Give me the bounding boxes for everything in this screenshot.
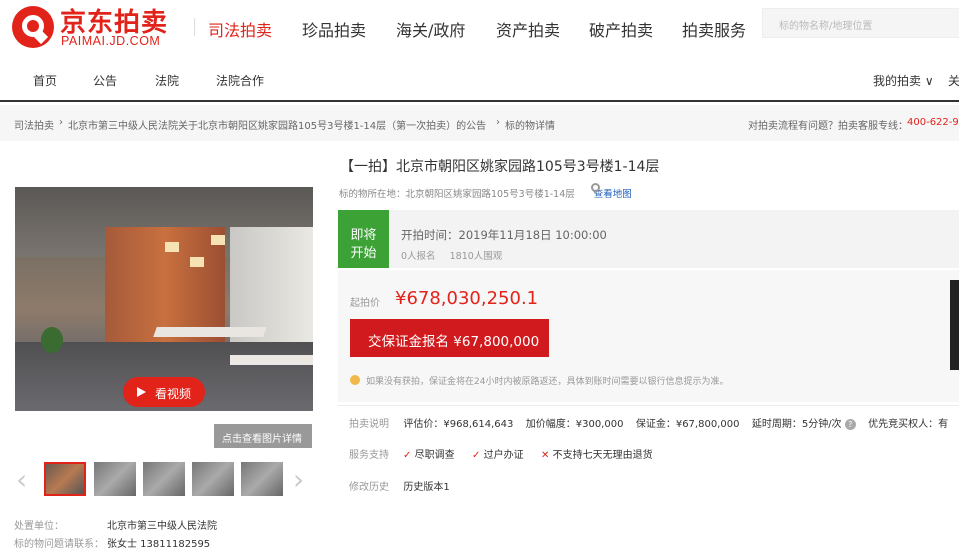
chevron-right-icon: ›	[59, 117, 63, 128]
gallery-thumbnail[interactable]	[94, 462, 136, 496]
breadcrumb-judicial[interactable]: 司法拍卖	[14, 117, 54, 132]
check-icon: ✓	[403, 450, 412, 461]
divider	[338, 405, 959, 406]
transfer-support: ✓ 过户办证	[472, 450, 524, 461]
starting-price: ¥678,030,250.1	[395, 288, 539, 309]
pay-deposit-register-button[interactable]: 交保证金报名 ¥67,800,000	[350, 319, 549, 357]
nav-auction-service[interactable]: 拍卖服务	[682, 17, 746, 41]
breadcrumb-notice[interactable]: 北京市第三中级人民法院关于北京市朝阳区姚家园路105号3号楼1-14层（第一次拍…	[68, 117, 486, 132]
subnav-more[interactable]: 关	[948, 72, 959, 89]
due-diligence-support: ✓ 尽职调查	[403, 450, 455, 461]
history-version-link[interactable]: 历史版本1	[403, 482, 449, 493]
revision-history-row: 修改历史 历史版本1	[349, 482, 450, 493]
starting-price-label: 起拍价	[350, 298, 380, 309]
auction-details-row: 拍卖说明 评估价：¥968,614,643 加价幅度：¥300,000 保证金：…	[349, 419, 949, 430]
qr-code-partial[interactable]	[950, 280, 959, 370]
chevron-right-icon[interactable]: ›	[293, 466, 311, 494]
nav-asset-auction[interactable]: 资产拍卖	[496, 17, 560, 41]
site-header: 京东拍卖 PAIMAI.JD.COM 司法拍卖 珍品拍卖 海关/政府 资产拍卖 …	[0, 0, 959, 55]
no-return-policy: ✕ 不支持七天无理由退货	[541, 450, 653, 461]
start-time: 开拍时间：2019年11月18日 10:00:00	[401, 228, 607, 242]
status-badge: 即将 开始	[338, 210, 389, 268]
nav-judicial-auction[interactable]: 司法拍卖	[208, 17, 272, 41]
item-address: 标的物所在地：北京朝阳区姚家园路105号3号楼1-14层 查看地图	[339, 189, 632, 200]
subnav-notices[interactable]: 公告	[93, 72, 117, 89]
help-icon[interactable]: ?	[844, 419, 856, 430]
logo-text-en: PAIMAI.JD.COM	[61, 34, 161, 48]
header-divider	[0, 100, 959, 102]
sub-nav: 首页 公告 法院 法院合作 我的拍卖 ∨ 关	[0, 62, 959, 98]
nav-bankruptcy-auction[interactable]: 破产拍卖	[589, 17, 653, 41]
gallery-thumbnail[interactable]	[44, 462, 86, 496]
search-input[interactable]: 标的物名称/地理位置	[762, 8, 959, 38]
play-icon	[137, 387, 146, 397]
help-text: 对拍卖流程有问题？拍卖客服专线：	[748, 121, 908, 132]
watch-video-label: 看视频	[155, 387, 192, 401]
gallery-thumbnail[interactable]	[192, 462, 234, 496]
nav-treasure-auction[interactable]: 珍品拍卖	[302, 17, 366, 41]
nav-divider	[194, 18, 195, 36]
lightbulb-icon	[350, 375, 360, 385]
subnav-courts[interactable]: 法院	[155, 72, 179, 89]
participation-stats: 0人报名 1810人围观	[401, 251, 503, 262]
watch-video-button[interactable]: 看视频	[123, 377, 205, 407]
subnav-court-cooperation[interactable]: 法院合作	[216, 72, 264, 89]
gallery-thumbnail[interactable]	[143, 462, 185, 496]
item-title: 【一拍】北京市朝阳区姚家园路105号3号楼1-14层	[340, 159, 660, 175]
check-icon: ✓	[472, 450, 481, 461]
jd-paimai-logo[interactable]: 京东拍卖 PAIMAI.JD.COM	[12, 4, 187, 50]
view-photo-details-button[interactable]: 点击查看图片详情	[214, 424, 312, 448]
breadcrumb-current: 标的物详情	[505, 121, 555, 132]
view-map-link[interactable]: 查看地图	[594, 189, 632, 200]
service-support-label: 服务支持	[349, 450, 389, 461]
cross-icon: ✕	[541, 450, 550, 461]
chevron-right-icon: ›	[496, 117, 500, 128]
deposit-refund-tip: 如果没有获拍，保证金将在24小时内被原路返还，具体到账时间需要以银行信息提示为准…	[366, 377, 729, 387]
gallery-thumbnail[interactable]	[241, 462, 283, 496]
item-contact: 标的物问题请联系： 张女士 13811182595	[14, 539, 211, 549]
breadcrumb: 司法拍卖 › 北京市第三中级人民法院关于北京市朝阳区姚家园路105号3号楼1-1…	[0, 105, 959, 141]
subnav-home[interactable]: 首页	[33, 72, 57, 89]
my-auction-menu[interactable]: 我的拍卖 ∨	[873, 72, 934, 89]
jd-logo-icon	[12, 6, 54, 48]
chevron-left-icon[interactable]: ‹	[16, 466, 34, 494]
hotline-phone: 400-622-9	[907, 117, 959, 128]
nav-customs-government[interactable]: 海关/政府	[396, 17, 465, 41]
disposal-unit: 处置单位： 北京市第三中级人民法院	[14, 521, 217, 532]
